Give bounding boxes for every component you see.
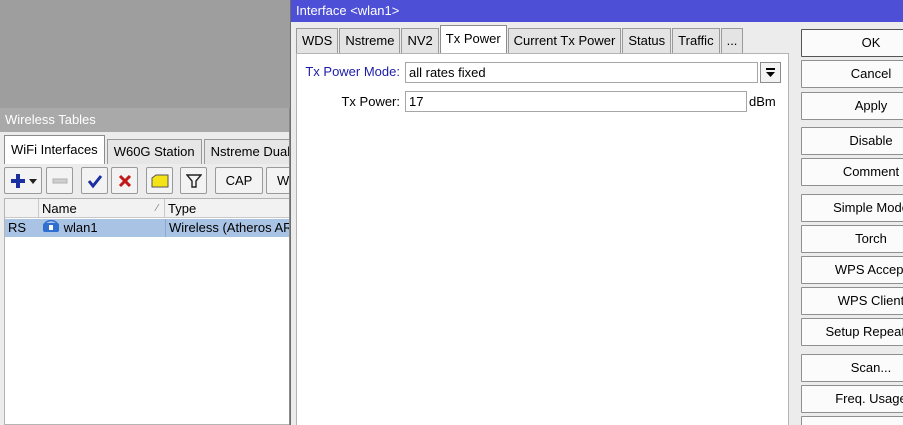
scan-button[interactable]: Scan... [801,354,903,382]
setup-repeater-button[interactable]: Setup Repeater [801,318,903,346]
tab-w60g-station[interactable]: W60G Station [106,139,202,164]
column-type[interactable]: Type [165,199,289,218]
comment-button[interactable]: Comment [801,158,903,186]
wireless-tables-tabs: WiFi Interfaces W60G Station Nstreme Dua… [4,135,289,164]
enable-button[interactable] [81,167,108,194]
row-name-cell: wlan1 [39,219,165,237]
dialog-tabs: WDS Nstreme NV2 Tx Power Current Tx Powe… [296,25,744,53]
wireless-interface-icon [43,219,59,232]
filter-button[interactable] [180,167,207,194]
checkmark-icon [87,174,102,188]
note-icon [151,174,168,187]
ok-button[interactable]: OK [801,29,903,57]
interfaces-table: Name ⁄ Type RS wlan1 Wireless (Atheros A… [4,198,289,425]
wps-client-button[interactable]: WPS Client [801,287,903,315]
simple-mode-button[interactable]: Simple Mode [801,194,903,222]
x-icon [118,174,131,187]
tab-more[interactable]: ... [720,28,744,53]
tx-power-mode-label: Tx Power Mode: [305,64,400,79]
tab-traffic[interactable]: Traffic [672,28,720,53]
wps-accept-button[interactable]: WPS Accept [801,256,903,284]
tx-power-label: Tx Power: [341,94,400,109]
tx-power-mode-select[interactable]: all rates fixed [405,62,758,83]
table-row[interactable]: RS wlan1 Wireless (Atheros AR [5,219,289,237]
wireless-tables-window: Wireless Tables WiFi Interfaces W60G Sta… [0,108,290,425]
row-type: Wireless (Atheros AR [165,219,289,237]
freq-usage-button[interactable]: Freq. Usage [801,385,903,413]
wireless-tables-titlebar[interactable]: Wireless Tables [0,108,289,132]
table-header: Name ⁄ Type [5,199,289,218]
disable-button[interactable] [111,167,138,194]
remove-button[interactable] [46,167,73,194]
row-name: wlan1 [63,220,98,235]
torch-button[interactable]: Torch [801,225,903,253]
comment-button[interactable] [146,167,173,194]
cancel-button[interactable]: Cancel [801,60,903,88]
filter-icon [185,173,202,188]
tab-nstreme-dual[interactable]: Nstreme Dual [203,139,289,164]
apply-button[interactable]: Apply [801,92,903,120]
tab-current-tx-power[interactable]: Current Tx Power [507,28,622,53]
row-flags: RS [8,220,27,235]
chevron-down-icon [766,68,775,77]
tab-status[interactable]: Status [622,28,672,53]
tx-power-mode-dropdown-button[interactable] [760,62,781,83]
tab-tx-power[interactable]: Tx Power [439,25,507,53]
minus-icon [52,178,67,183]
tx-power-unit: dBm [749,94,776,109]
tx-power-input[interactable]: 17 [405,91,747,112]
wps-button[interactable]: W [266,167,289,194]
dialog-titlebar[interactable]: Interface <wlan1> [291,0,903,22]
plus-icon [11,173,37,188]
sort-indicator-icon: ⁄ [156,203,158,214]
tab-nv2[interactable]: NV2 [401,28,439,53]
column-name[interactable]: Name ⁄ [39,199,165,218]
next-button-partial[interactable] [801,416,903,425]
interface-dialog: Interface <wlan1> WDS Nstreme NV2 Tx Pow… [290,0,903,425]
disable-button[interactable]: Disable [801,127,903,155]
column-type-label: Type [168,201,197,216]
column-flags[interactable] [5,199,39,218]
tab-nstreme[interactable]: Nstreme [339,28,401,53]
add-button[interactable] [4,167,42,194]
tx-power-panel: Tx Power Mode: all rates fixed Tx Power:… [296,53,789,425]
tab-wds[interactable]: WDS [296,28,339,53]
tab-wifi-interfaces[interactable]: WiFi Interfaces [4,135,105,164]
cap-button[interactable]: CAP [215,167,263,194]
column-name-label: Name [42,201,77,216]
